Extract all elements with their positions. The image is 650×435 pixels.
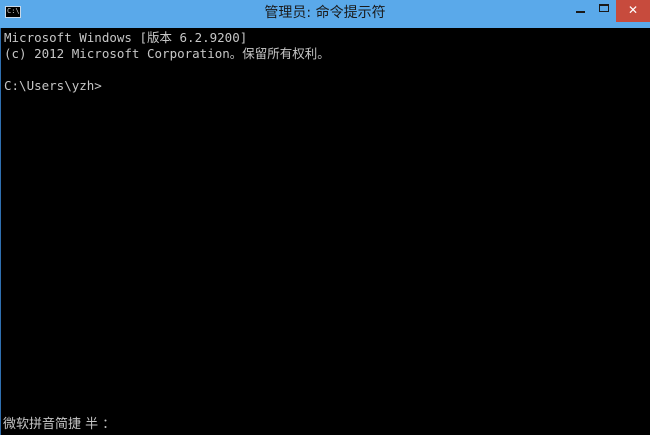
command-prompt-line[interactable]: C:\Users\yzh> bbox=[4, 78, 102, 94]
minimize-icon bbox=[576, 11, 585, 13]
close-icon: ✕ bbox=[627, 3, 639, 17]
console-line-copyright: (c) 2012 Microsoft Corporation。保留所有权利。 bbox=[4, 46, 330, 61]
console-output[interactable]: Microsoft Windows [版本 6.2.9200] (c) 2012… bbox=[0, 28, 650, 435]
minimize-button[interactable] bbox=[568, 0, 592, 22]
window-border bbox=[0, 28, 1, 435]
console-line-version: Microsoft Windows [版本 6.2.9200] bbox=[4, 30, 248, 45]
window-title: 管理员: 命令提示符 bbox=[264, 5, 386, 21]
close-button[interactable]: ✕ bbox=[616, 0, 650, 22]
command-prompt-window: C:\ 管理员: 命令提示符 ✕ Microsoft Windows [版本 6… bbox=[0, 0, 650, 435]
ime-status-bar: 微软拼音简捷 半 ： bbox=[3, 417, 116, 432]
title-bar[interactable]: C:\ 管理员: 命令提示符 ✕ bbox=[0, 0, 650, 28]
maximize-icon bbox=[599, 4, 609, 12]
maximize-button[interactable] bbox=[592, 0, 616, 22]
